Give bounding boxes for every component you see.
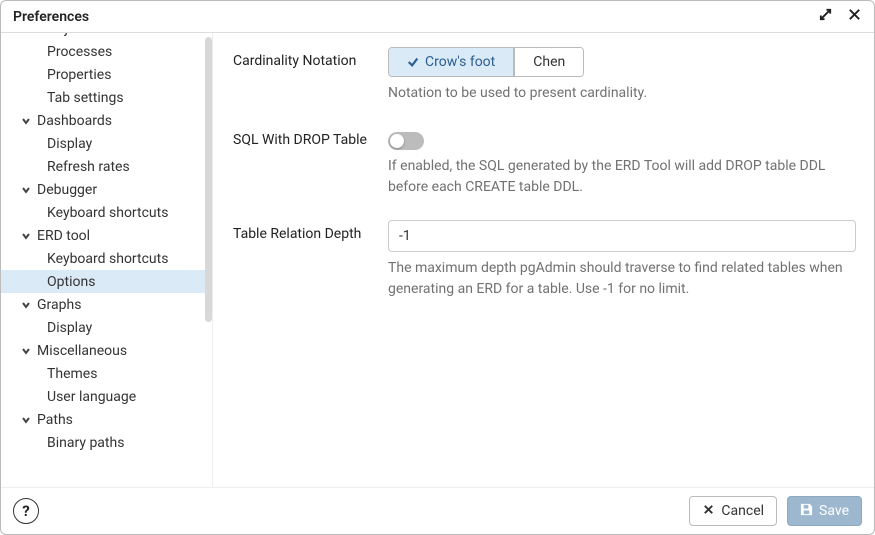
tree-group[interactable]: Debugger — [1, 178, 212, 201]
tree-group-label: Paths — [37, 412, 73, 428]
check-icon — [407, 56, 419, 68]
preferences-dialog: Preferences Object Breadcrumbs Processes P… — [0, 0, 875, 535]
tree-group[interactable]: Graphs — [1, 293, 212, 316]
save-icon — [800, 503, 813, 520]
tree-item-label: User language — [47, 389, 136, 405]
dialog-title: Preferences — [13, 9, 89, 25]
cardinality-option-chen[interactable]: Chen — [514, 48, 583, 76]
footer: ? Cancel Save — [1, 487, 874, 534]
tree-item[interactable]: Binary paths — [1, 431, 212, 454]
help-button[interactable]: ? — [13, 498, 39, 524]
tree-item-label: Options — [47, 274, 95, 290]
depth-help: The maximum depth pgAdmin should travers… — [388, 258, 856, 300]
chevron-down-icon — [21, 185, 31, 195]
tree-item[interactable]: Themes — [1, 362, 212, 385]
cardinality-option-crows-foot[interactable]: Crow's foot — [389, 48, 514, 76]
scrollbar[interactable] — [205, 37, 212, 322]
cancel-button[interactable]: Cancel — [689, 496, 777, 526]
chevron-down-icon — [21, 415, 31, 425]
cardinality-label: Cardinality Notation — [233, 47, 388, 69]
tree-item-label: Tab settings — [47, 90, 124, 106]
tree-item[interactable]: Keyboard shortcuts — [1, 201, 212, 224]
drop-label: SQL With DROP Table — [233, 126, 388, 148]
titlebar: Preferences — [1, 1, 874, 33]
tree-group[interactable]: Dashboards — [1, 109, 212, 132]
tree-item[interactable]: Refresh rates — [1, 155, 212, 178]
tree-item[interactable]: Display — [1, 132, 212, 155]
tree-item-label: Properties — [47, 67, 111, 83]
tree-item[interactable]: Options — [1, 270, 212, 293]
tree-group-label: Debugger — [37, 182, 97, 198]
main-panel: Cardinality Notation Crow's foot Chen — [213, 33, 874, 487]
depth-label: Table Relation Depth — [233, 220, 388, 242]
tree-group-label: Miscellaneous — [37, 343, 127, 359]
tree-item-label: Display — [47, 136, 92, 152]
tree-group[interactable]: Miscellaneous — [1, 339, 212, 362]
chevron-down-icon — [21, 116, 31, 126]
tree-item-label: Binary paths — [47, 435, 124, 451]
expand-icon[interactable] — [818, 7, 833, 26]
cardinality-help: Notation to be used to present cardinali… — [388, 83, 856, 104]
tree-item-label: Keyboard shortcuts — [47, 251, 168, 267]
tree-item[interactable]: Keyboard shortcuts — [1, 247, 212, 270]
tree-item[interactable]: Tab settings — [1, 86, 212, 109]
tree-item-label: Themes — [47, 366, 97, 382]
tree-group[interactable]: ERD tool — [1, 224, 212, 247]
depth-input[interactable] — [388, 220, 856, 252]
save-button[interactable]: Save — [787, 496, 862, 526]
tree-group-label: ERD tool — [37, 228, 90, 244]
drop-toggle[interactable] — [388, 132, 424, 150]
tree-item[interactable]: Processes — [1, 40, 212, 63]
tree-item-label: Object Breadcrumbs — [47, 33, 174, 37]
tree-group[interactable]: Paths — [1, 408, 212, 431]
cardinality-segmented: Crow's foot Chen — [388, 47, 584, 77]
tree-item[interactable]: Object Breadcrumbs — [1, 33, 212, 40]
chevron-down-icon — [21, 300, 31, 310]
tree-item-label: Keyboard shortcuts — [47, 205, 168, 221]
close-icon[interactable] — [847, 7, 862, 26]
tree-group-label: Graphs — [37, 297, 81, 313]
tree-item-label: Display — [47, 320, 92, 336]
sidebar: Object Breadcrumbs Processes Properties Tab… — [1, 33, 213, 487]
close-icon — [702, 503, 715, 520]
tree-group-label: Dashboards — [37, 113, 112, 129]
tree-item[interactable]: Properties — [1, 63, 212, 86]
tree-item-label: Processes — [47, 44, 112, 60]
chevron-down-icon — [21, 346, 31, 356]
tree-item[interactable]: User language — [1, 385, 212, 408]
tree-item-label: Refresh rates — [47, 159, 130, 175]
chevron-down-icon — [21, 231, 31, 241]
tree-item[interactable]: Display — [1, 316, 212, 339]
drop-help: If enabled, the SQL generated by the ERD… — [388, 156, 856, 198]
